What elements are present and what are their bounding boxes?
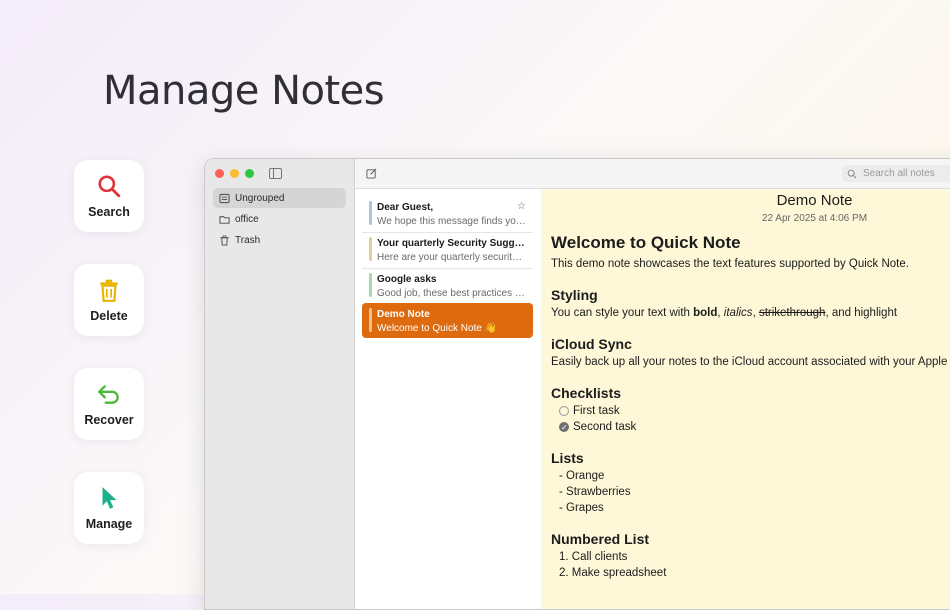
app-window: Ungrouped office Trash Search all notes … [204,158,950,610]
sidebar-item-label: office [235,213,259,225]
checklist-label: Second task [573,421,637,433]
trash-icon [220,235,229,246]
checklist-item[interactable]: First task [551,403,950,419]
search-feature-label: Search [88,205,130,219]
search-placeholder: Search all notes [863,168,935,179]
checklists-heading: Checklists [551,385,622,401]
sidebar-item-office[interactable]: office [213,209,346,229]
manage-feature-label: Manage [85,517,133,531]
checklist-label: First task [573,405,620,417]
list-item: - Grapes [559,502,604,514]
note-color-bar [369,201,372,225]
styling-text: You can style your text with bold, itali… [551,305,950,321]
trash-icon [100,279,118,302]
note-body[interactable]: Welcome to Quick Note This demo note sho… [551,233,950,581]
sidebar: Ungrouped office Trash [205,159,355,609]
recover-feature-card: Recover [74,368,144,440]
note-list-item[interactable]: Google asks Good job, these best practic… [362,270,533,305]
delete-feature-label: Delete [90,309,128,323]
note-title: Demo Note [377,309,430,320]
note-list-item-selected[interactable]: Demo Note Welcome to Quick Note 👋 [362,303,533,338]
compose-icon[interactable] [366,168,377,179]
toolbar: Search all notes [355,159,950,189]
minimize-button[interactable] [230,169,239,178]
note-date: 22 Apr 2025 at 4:06 PM [761,213,868,224]
note-heading: Welcome to Quick Note [551,233,741,252]
note-preview: We hope this message finds you well. [377,216,527,227]
icloud-heading: iCloud Sync [551,336,632,352]
note-title: Dear Guest, [377,202,434,213]
notes-list-icon [219,193,230,203]
page-headline: Manage Notes [103,68,385,114]
note-list-item[interactable]: Dear Guest, We hope this message finds y… [362,198,533,233]
folder-icon [219,215,230,224]
strikethrough-sample: strikethrough [758,307,826,319]
sidebar-toggle-icon[interactable] [269,168,282,179]
numbered-heading: Numbered List [551,531,650,547]
italic-sample: italics [723,307,753,319]
star-icon[interactable]: ☆ [517,201,526,212]
search-icon [98,175,121,198]
manage-feature-card: Manage [74,472,144,544]
recover-feature-label: Recover [84,413,134,427]
checklist-item[interactable]: Second task [551,419,950,436]
numbered-item: 2. Make spreadsheet [559,567,667,579]
note-preview: Welcome to Quick Note 👋 [377,323,498,334]
undo-arrow-icon [98,385,119,404]
sidebar-item-label: Trash [235,234,261,246]
note-title-header: Demo Note [776,192,853,209]
note-color-bar [369,273,372,297]
note-title: Your quarterly Security Suggestions [377,238,527,249]
icloud-text: Easily back up all your notes to the iCl… [551,356,950,368]
list-item: - Orange [559,470,605,482]
note-editor[interactable]: Demo Note 22 Apr 2025 at 4:06 PM Welcome… [541,189,950,609]
numbered-item: 1. Call clients [559,551,628,563]
checked-checkbox-icon[interactable] [559,420,569,436]
note-title: Google asks [377,274,437,285]
sidebar-item-label: Ungrouped [235,192,285,204]
styling-suffix: , and highlight [825,307,898,319]
search-feature-card: Search [74,160,144,232]
bold-sample: bold [693,307,718,319]
notes-list: Dear Guest, We hope this message finds y… [355,189,542,609]
note-preview: Here are your quarterly security tips [377,252,527,263]
lists-heading: Lists [551,450,584,466]
sidebar-item-ungrouped[interactable]: Ungrouped [213,188,346,208]
checkbox-icon[interactable] [559,406,569,416]
zoom-button[interactable] [245,169,254,178]
note-intro: This demo note showcases the text featur… [551,258,909,270]
search-field[interactable]: Search all notes [842,165,950,182]
note-color-bar [369,308,372,332]
note-list-item[interactable]: Your quarterly Security Suggestions Here… [362,234,533,269]
window-controls [215,169,254,178]
styling-prefix: You can style your text with [551,307,694,319]
sidebar-item-trash[interactable]: Trash [213,230,346,250]
list-item: - Strawberries [559,486,631,498]
delete-feature-card: Delete [74,264,144,336]
styling-heading: Styling [551,287,598,303]
note-preview: Good job, these best practices help [377,288,527,299]
pointer-icon [102,487,117,509]
close-button[interactable] [215,169,224,178]
search-icon [847,169,857,179]
note-color-bar [369,237,372,261]
